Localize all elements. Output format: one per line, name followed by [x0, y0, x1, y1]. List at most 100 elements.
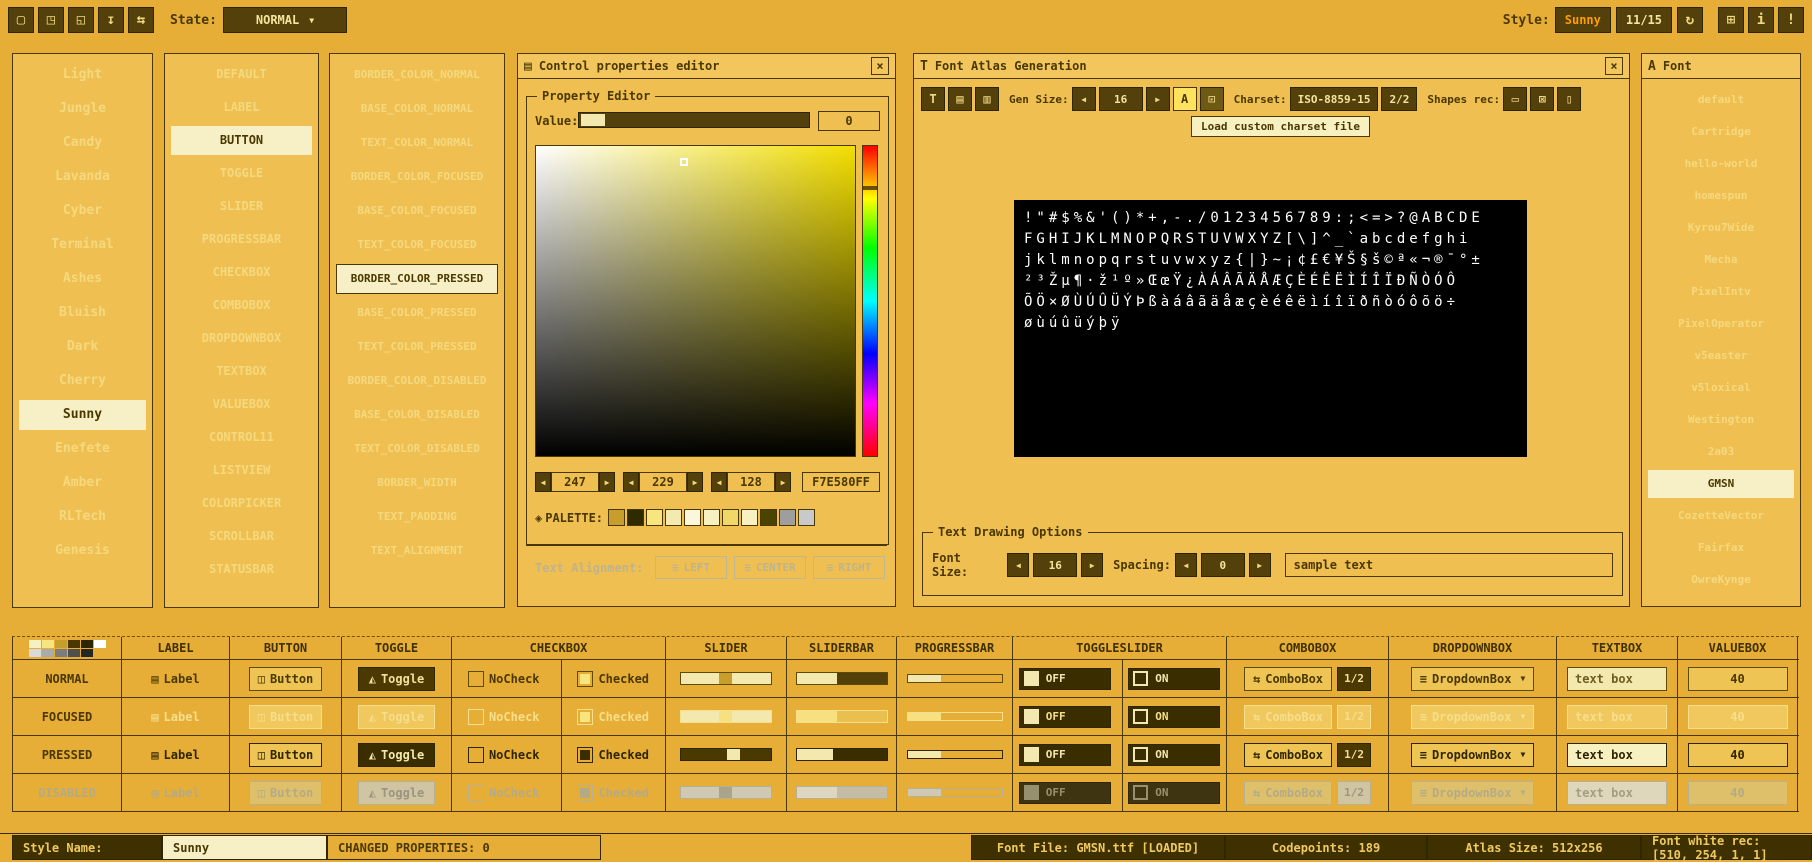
font-list-titlebar[interactable]: A Font: [1642, 54, 1800, 79]
gen-size-increment-button[interactable]: ▶: [1146, 87, 1170, 111]
font-size-decrement-button[interactable]: ◀: [1007, 553, 1029, 577]
style-reload-button[interactable]: ↻: [1677, 7, 1703, 33]
palette-swatch-9[interactable]: [779, 509, 796, 526]
normal-dropdownbox[interactable]: ≡DropdownBox▼: [1411, 667, 1535, 691]
green-increment-button[interactable]: ▶: [687, 472, 703, 492]
palette-swatch-5[interactable]: [703, 509, 720, 526]
style-item-lavanda[interactable]: Lavanda: [19, 162, 146, 192]
disabled-checkbox-checked[interactable]: Checked: [561, 774, 666, 811]
green-decrement-button[interactable]: ◀: [623, 472, 639, 492]
palette-swatch-10[interactable]: [798, 509, 815, 526]
font-item-westington[interactable]: Westington: [1648, 406, 1794, 434]
font-item-hello-world[interactable]: hello-world: [1648, 150, 1794, 178]
property-item-base_color_focused[interactable]: BASE_COLOR_FOCUSED: [336, 196, 498, 226]
pressed-button[interactable]: ◫Button: [249, 743, 323, 767]
disabled-combobox-counter[interactable]: 1/2: [1337, 781, 1371, 805]
pressed-dropdownbox[interactable]: ≡DropdownBox▼: [1411, 743, 1535, 767]
style-item-jungle[interactable]: Jungle: [19, 94, 146, 124]
style-item-sunny[interactable]: Sunny: [19, 400, 146, 430]
control-item-default[interactable]: DEFAULT: [171, 60, 312, 89]
info-button[interactable]: i: [1748, 7, 1774, 33]
focused-toggleslider-on[interactable]: ON: [1128, 706, 1220, 728]
shapes-white-button[interactable]: ▯: [1557, 87, 1581, 111]
font-item-kyrou7wide[interactable]: Kyrou7Wide: [1648, 214, 1794, 242]
disabled-combobox[interactable]: ⇆ComboBox: [1244, 781, 1332, 805]
gen-size-value[interactable]: 16: [1099, 87, 1143, 111]
charset-value[interactable]: ISO-8859-15: [1290, 87, 1379, 111]
style-random-button[interactable]: ⇆: [128, 7, 154, 33]
pressed-checkbox-checked[interactable]: Checked: [561, 736, 666, 773]
font-item-mecha[interactable]: Mecha: [1648, 246, 1794, 274]
pressed-combobox-counter[interactable]: 1/2: [1337, 743, 1371, 767]
font-item-gmsn[interactable]: GMSN: [1648, 470, 1794, 498]
style-item-cyber[interactable]: Cyber: [19, 196, 146, 226]
style-item-light[interactable]: Light: [19, 60, 146, 90]
properties-editor-titlebar[interactable]: ▤ Control properties editor ×: [518, 54, 895, 79]
control-item-textbox[interactable]: TEXTBOX: [171, 357, 312, 386]
state-dropdown[interactable]: NORMAL ▼: [223, 7, 347, 33]
spacing-increment-button[interactable]: ▶: [1249, 553, 1271, 577]
focused-checkbox-checked[interactable]: Checked: [561, 698, 666, 735]
style-name-box[interactable]: Sunny: [1555, 7, 1611, 33]
disabled-toggle[interactable]: ◭Toggle: [358, 781, 436, 805]
property-item-text_color_disabled[interactable]: TEXT_COLOR_DISABLED: [336, 434, 498, 464]
load-charset-button[interactable]: A: [1173, 87, 1197, 111]
normal-valuebox[interactable]: 40: [1688, 667, 1788, 691]
style-item-enefete[interactable]: Enefete: [19, 434, 146, 464]
palette-swatch-8[interactable]: [760, 509, 777, 526]
property-item-base_color_normal[interactable]: BASE_COLOR_NORMAL: [336, 94, 498, 124]
disabled-sliderbar[interactable]: [796, 786, 888, 799]
control-item-checkbox[interactable]: CHECKBOX: [171, 258, 312, 287]
font-atlas-preview[interactable]: !"#$%&'()*+,-./0123456789:;<=>?@ABCDEFGH…: [1014, 200, 1527, 457]
property-item-text_padding[interactable]: TEXT_PADDING: [336, 502, 498, 532]
focused-textbox[interactable]: text box: [1567, 705, 1667, 729]
control-item-combobox[interactable]: COMBOBOX: [171, 291, 312, 320]
control-item-dropdownbox[interactable]: DROPDOWNBOX: [171, 324, 312, 353]
palette-swatch-3[interactable]: [665, 509, 682, 526]
control-item-colorpicker[interactable]: COLORPICKER: [171, 489, 312, 518]
focused-combobox-counter[interactable]: 1/2: [1337, 705, 1371, 729]
font-item-owrekynge[interactable]: OwreKynge: [1648, 566, 1794, 594]
palette-swatch-1[interactable]: [627, 509, 644, 526]
font-item-2a03[interactable]: 2a03: [1648, 438, 1794, 466]
style-item-terminal[interactable]: Terminal: [19, 230, 146, 260]
spacing-decrement-button[interactable]: ◀: [1175, 553, 1197, 577]
disabled-toggleslider-off[interactable]: OFF: [1019, 782, 1111, 804]
align-right-button[interactable]: ≡RIGHT: [813, 556, 885, 579]
green-value[interactable]: 229: [639, 472, 687, 492]
color-picker-cursor[interactable]: [680, 158, 688, 166]
hex-color-value[interactable]: F7E580FF: [802, 472, 880, 492]
normal-combobox[interactable]: ⇆ComboBox: [1244, 667, 1332, 691]
close-icon[interactable]: ×: [1605, 57, 1623, 75]
focused-button[interactable]: ◫Button: [249, 705, 323, 729]
pressed-checkbox-unchecked[interactable]: NoCheck: [452, 736, 556, 773]
hue-bar-cursor[interactable]: [863, 186, 877, 190]
disabled-checkbox-unchecked[interactable]: NoCheck: [452, 774, 556, 811]
property-item-text_alignment[interactable]: TEXT_ALIGNMENT: [336, 536, 498, 566]
normal-slider[interactable]: [680, 672, 772, 685]
control-item-valuebox[interactable]: VALUEBOX: [171, 390, 312, 419]
property-item-text_color_focused[interactable]: TEXT_COLOR_FOCUSED: [336, 230, 498, 260]
normal-combobox-counter[interactable]: 1/2: [1337, 667, 1371, 691]
focused-toggleslider-off[interactable]: OFF: [1019, 706, 1111, 728]
style-item-ashes[interactable]: Ashes: [19, 264, 146, 294]
charset-pages[interactable]: 2/2: [1381, 87, 1417, 111]
disabled-slider[interactable]: [680, 786, 772, 799]
disabled-textbox[interactable]: text box: [1567, 781, 1667, 805]
hue-bar[interactable]: [862, 145, 878, 457]
pressed-valuebox[interactable]: 40: [1688, 743, 1788, 767]
focused-combobox[interactable]: ⇆ComboBox: [1244, 705, 1332, 729]
control-item-slider[interactable]: SLIDER: [171, 192, 312, 221]
disabled-valuebox[interactable]: 40: [1688, 781, 1788, 805]
value-slider-handle[interactable]: [581, 114, 605, 126]
control-item-button[interactable]: BUTTON: [171, 126, 312, 155]
pressed-toggleslider-on[interactable]: ON: [1128, 744, 1220, 766]
palette-swatch-6[interactable]: [722, 509, 739, 526]
control-item-statusbar[interactable]: STATUSBAR: [171, 555, 312, 584]
font-text-button[interactable]: T: [921, 87, 945, 111]
property-item-text_color_normal[interactable]: TEXT_COLOR_NORMAL: [336, 128, 498, 158]
style-item-dark[interactable]: Dark: [19, 332, 146, 362]
normal-textbox[interactable]: text box: [1567, 667, 1667, 691]
focused-toggle[interactable]: ◭Toggle: [358, 705, 436, 729]
red-decrement-button[interactable]: ◀: [535, 472, 551, 492]
